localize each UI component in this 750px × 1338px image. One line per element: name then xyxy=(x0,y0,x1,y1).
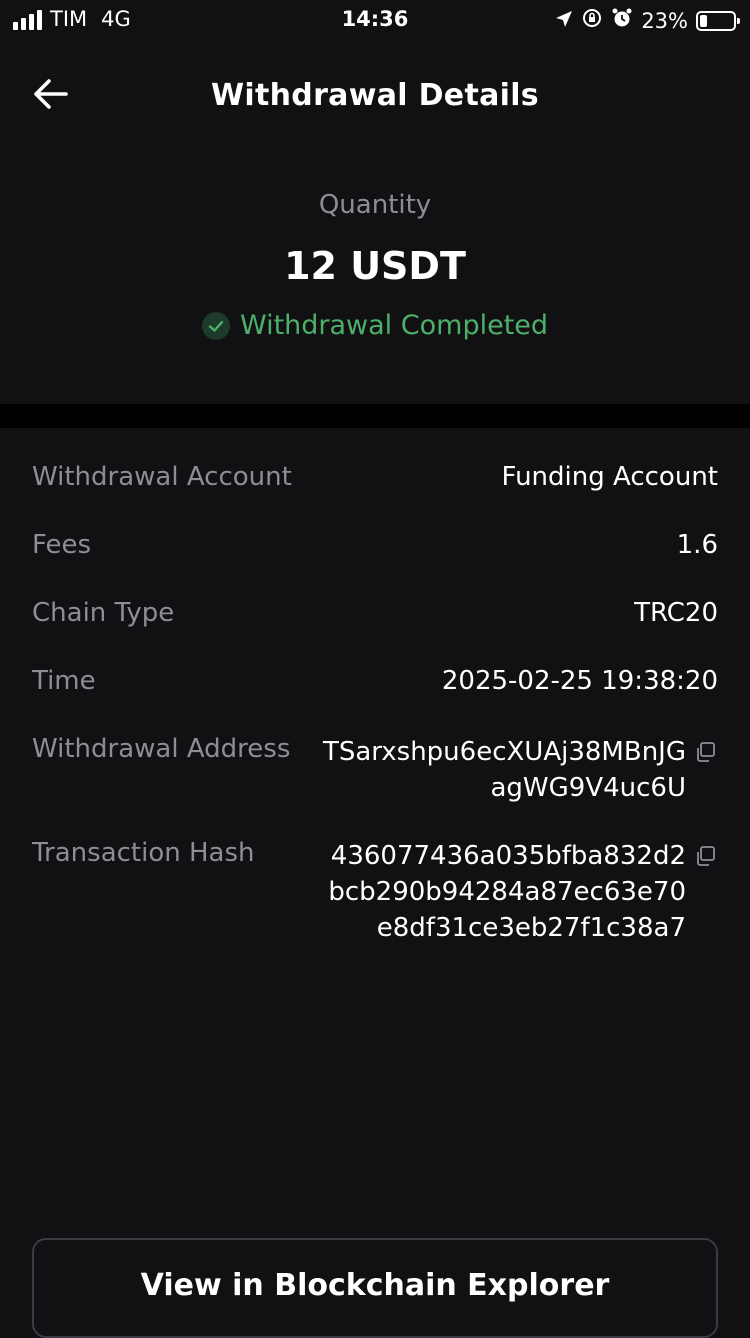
detail-value: 1.6 xyxy=(676,530,718,560)
location-arrow-icon xyxy=(555,9,573,33)
copy-icon[interactable] xyxy=(694,844,716,866)
page-title: Withdrawal Details xyxy=(211,78,539,113)
hash-line: 436077436a035bfba832d2 xyxy=(330,841,686,871)
detail-label: Transaction Hash xyxy=(32,838,255,868)
status-text: Withdrawal Completed xyxy=(239,310,549,341)
withdrawal-summary: Quantity 12 USDT Withdrawal Completed xyxy=(0,190,750,341)
detail-value: 2025-02-25 19:38:20 xyxy=(441,666,718,696)
header: Withdrawal Details xyxy=(0,60,750,132)
hash-line: bcb290b94284a87ec63e70 xyxy=(328,877,686,907)
view-in-explorer-button[interactable]: View in Blockchain Explorer xyxy=(32,1238,718,1338)
battery-icon xyxy=(696,10,740,31)
detail-label: Withdrawal Account xyxy=(32,462,292,492)
check-circle-icon xyxy=(201,311,230,340)
detail-label: Fees xyxy=(32,530,92,560)
address-line: agWG9V4uc6U xyxy=(490,773,686,803)
address-line: TSarxshpu6ecXUAj38MBnJG xyxy=(322,737,686,767)
withdrawal-address-value[interactable]: TSarxshpu6ecXUAj38MBnJG agWG9V4uc6U xyxy=(306,734,686,806)
status-badge: Withdrawal Completed xyxy=(201,310,549,341)
transaction-hash-value[interactable]: 436077436a035bfba832d2 bcb290b94284a87ec… xyxy=(306,838,686,946)
detail-label: Time xyxy=(32,666,96,696)
copy-icon[interactable] xyxy=(694,740,716,762)
battery-level xyxy=(700,14,707,27)
status-right: 23% xyxy=(555,7,740,34)
status-bar: TIM 4G 14:36 23% xyxy=(0,0,750,40)
quantity-value: 12 USDT xyxy=(284,244,466,288)
detail-label: Chain Type xyxy=(32,598,175,628)
alarm-icon xyxy=(611,7,633,34)
detail-label: Withdrawal Address xyxy=(32,734,291,764)
quantity-label: Quantity xyxy=(318,190,432,220)
rotation-lock-icon xyxy=(581,7,603,34)
section-divider xyxy=(0,404,750,428)
battery-tip xyxy=(737,17,740,24)
battery-percent: 23% xyxy=(641,8,688,33)
detail-value: TRC20 xyxy=(634,598,718,628)
hash-line: e8df31ce3eb27f1c38a7 xyxy=(376,913,686,943)
detail-value: Funding Account xyxy=(501,462,718,492)
